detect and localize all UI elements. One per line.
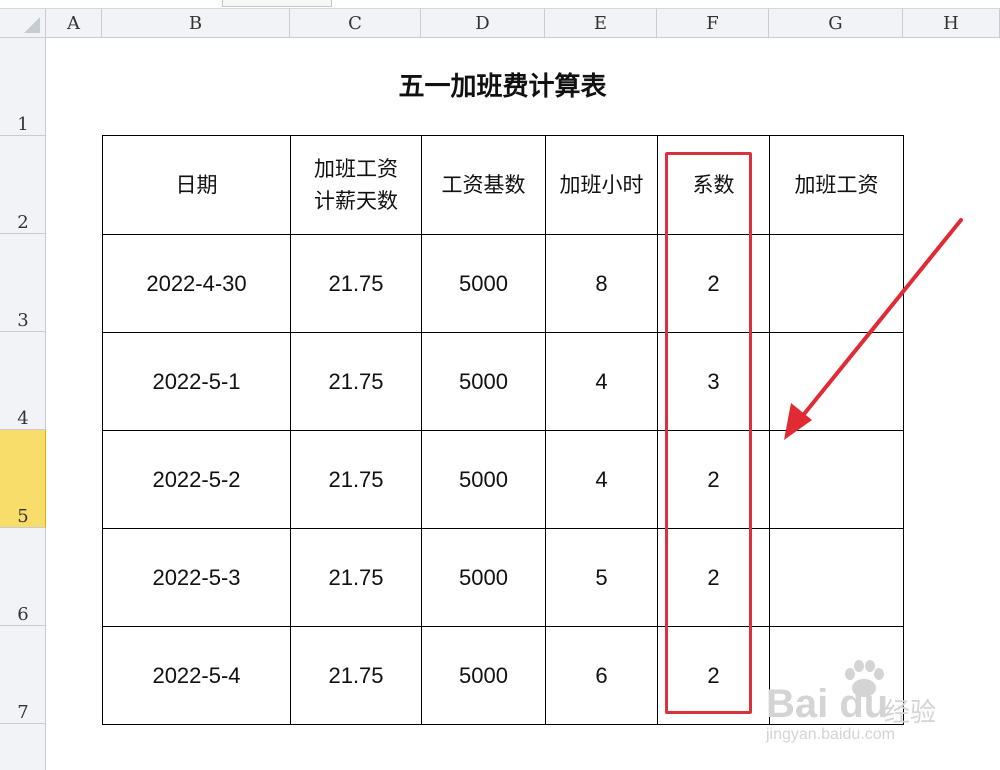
cell-pay-days[interactable]: 21.75: [290, 528, 422, 627]
select-all-corner[interactable]: [0, 9, 46, 38]
cell-pay-days[interactable]: 21.75: [290, 332, 422, 431]
header-pay-days[interactable]: 加班工资 计薪天数: [290, 135, 422, 235]
row-number: 1: [17, 114, 29, 135]
cell-pay-days[interactable]: 21.75: [290, 430, 422, 529]
row-number: 5: [17, 506, 29, 527]
cell-overtime-pay[interactable]: [769, 234, 904, 333]
cell-hours[interactable]: 4: [545, 430, 658, 529]
row-number: 4: [17, 408, 29, 429]
row-header-2[interactable]: 2: [0, 136, 46, 234]
cell-overtime-pay[interactable]: [769, 430, 904, 529]
cell-pay-days[interactable]: 21.75: [290, 626, 422, 725]
cell-date[interactable]: 2022-4-30: [102, 234, 291, 333]
column-header-a[interactable]: A: [46, 9, 102, 38]
column-header-g[interactable]: G: [769, 9, 903, 38]
select-all-icon: [24, 17, 40, 33]
row-number: 3: [17, 310, 29, 331]
cell-overtime-pay[interactable]: [769, 528, 904, 627]
table-row: 2022-5-2 21.75 5000 4 2: [102, 430, 904, 529]
table-row: 2022-5-1 21.75 5000 4 3: [102, 332, 904, 431]
header-hours[interactable]: 加班小时: [545, 135, 658, 235]
cell-base[interactable]: 5000: [421, 430, 546, 529]
cell-date[interactable]: 2022-5-3: [102, 528, 291, 627]
column-header-f[interactable]: F: [657, 9, 769, 38]
watermark: Bai du 经验 jingyan.baidu.com: [766, 652, 956, 752]
watermark-url: jingyan.baidu.com: [766, 726, 895, 743]
row-number: 2: [17, 212, 29, 233]
row-header-4[interactable]: 4: [0, 332, 46, 430]
row-header-3[interactable]: 3: [0, 234, 46, 332]
header-pay-days-line1: 加班工资: [314, 157, 398, 181]
header-pay-days-line2: 计薪天数: [314, 189, 398, 213]
cell-base[interactable]: 5000: [421, 528, 546, 627]
cell-date[interactable]: 2022-5-4: [102, 626, 291, 725]
cell-hours[interactable]: 8: [545, 234, 658, 333]
cell-base[interactable]: 5000: [421, 626, 546, 725]
header-base[interactable]: 工资基数: [421, 135, 546, 235]
row-header-7[interactable]: 7: [0, 626, 46, 724]
cell-date[interactable]: 2022-5-1: [102, 332, 291, 431]
cell-hours[interactable]: 5: [545, 528, 658, 627]
row-number: 7: [17, 702, 29, 723]
row-header-6[interactable]: 6: [0, 528, 46, 626]
table-row: 2022-4-30 21.75 5000 8 2: [102, 234, 904, 333]
header-row: 日期 加班工资 计薪天数 工资基数 加班小时 系数 加班工资: [102, 135, 904, 235]
cell-overtime-pay[interactable]: [769, 332, 904, 431]
watermark-text: 经验: [884, 698, 937, 728]
row-number: 6: [17, 604, 29, 625]
row-header-1[interactable]: 1: [0, 38, 46, 136]
column-header-e[interactable]: E: [545, 9, 657, 38]
cell-base[interactable]: 5000: [421, 234, 546, 333]
coefficient-highlight-box: [665, 152, 752, 714]
toolbar-tab-fragment: [222, 0, 332, 7]
toolbar-edge: [0, 0, 1000, 9]
row-header-8[interactable]: [0, 724, 46, 770]
cell-date[interactable]: 2022-5-2: [102, 430, 291, 529]
header-overtime-pay[interactable]: 加班工资: [769, 135, 904, 235]
header-date[interactable]: 日期: [102, 135, 291, 235]
column-header-h[interactable]: H: [903, 9, 1000, 38]
watermark-logo: Bai du: [766, 682, 889, 726]
row-header-5[interactable]: 5: [0, 430, 46, 528]
sheet-title[interactable]: 五一加班费计算表: [102, 66, 903, 103]
cell-base[interactable]: 5000: [421, 332, 546, 431]
cell-pay-days[interactable]: 21.75: [290, 234, 422, 333]
cell-hours[interactable]: 4: [545, 332, 658, 431]
cell-hours[interactable]: 6: [545, 626, 658, 725]
column-header-b[interactable]: B: [102, 9, 290, 38]
table-row: 2022-5-3 21.75 5000 5 2: [102, 528, 904, 627]
column-header-c[interactable]: C: [290, 9, 421, 38]
column-header-d[interactable]: D: [421, 9, 545, 38]
overtime-table: 日期 加班工资 计薪天数 工资基数 加班小时 系数 加班工资 2022-4-30 …: [102, 135, 904, 725]
